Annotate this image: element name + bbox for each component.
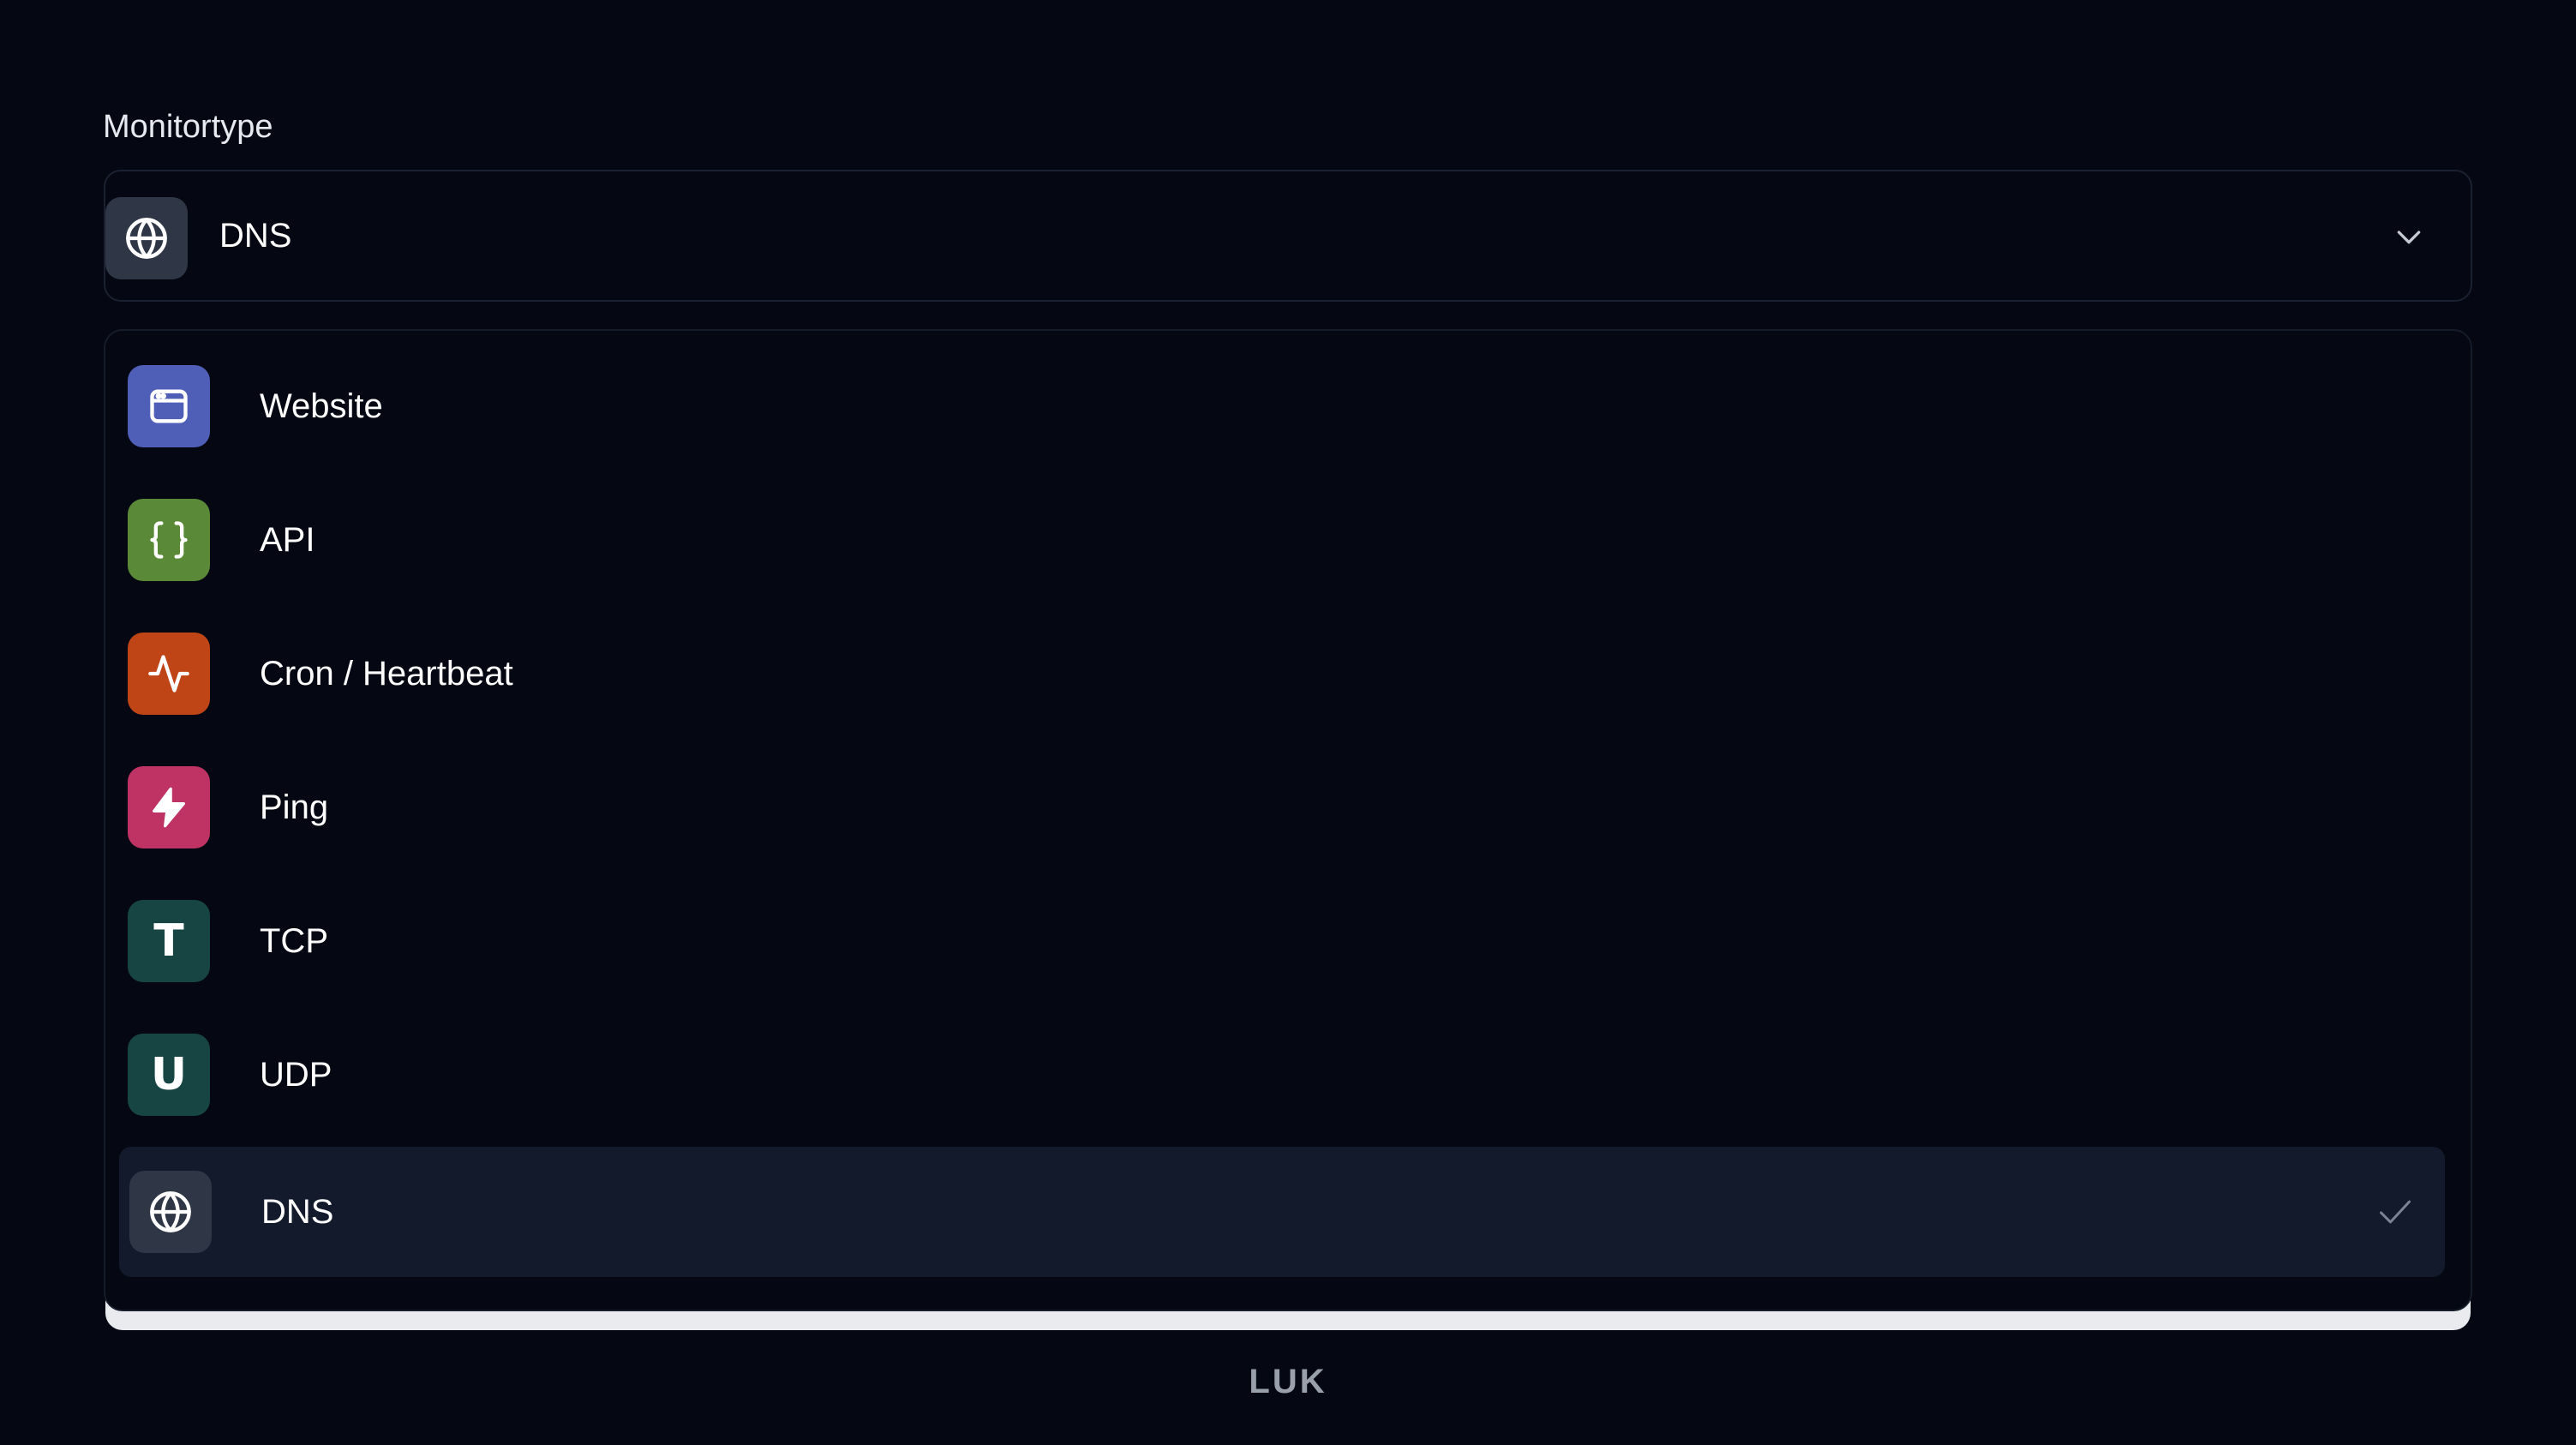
page: Monitortype DNS Website API Cron / Heart… bbox=[0, 0, 2576, 1445]
monitor-type-label: Monitortype bbox=[103, 109, 273, 145]
option-cron-heartbeat[interactable]: Cron / Heartbeat bbox=[126, 598, 2452, 715]
option-website[interactable]: Website bbox=[126, 331, 2452, 447]
footer-logo: LUK bbox=[1249, 1363, 1327, 1400]
option-label: DNS bbox=[261, 1193, 334, 1231]
option-label: Website bbox=[260, 387, 383, 425]
option-label: Ping bbox=[260, 788, 329, 826]
monitor-type-select[interactable]: DNS bbox=[104, 170, 2472, 302]
option-udp[interactable]: U UDP bbox=[126, 999, 2452, 1116]
option-api[interactable]: API bbox=[126, 465, 2452, 581]
letter-u-icon: U bbox=[128, 1034, 210, 1116]
activity-icon bbox=[128, 633, 210, 715]
option-ping[interactable]: Ping bbox=[126, 732, 2452, 848]
globe-icon bbox=[129, 1171, 212, 1253]
option-label: Cron / Heartbeat bbox=[260, 655, 513, 693]
option-tcp[interactable]: T TCP bbox=[126, 866, 2452, 982]
selected-value: DNS bbox=[219, 217, 292, 255]
option-label: TCP bbox=[260, 922, 328, 960]
globe-icon bbox=[105, 197, 188, 279]
checkmark-icon bbox=[2380, 1200, 2411, 1224]
lightning-bolt-icon bbox=[128, 766, 210, 848]
option-label: UDP bbox=[260, 1056, 332, 1094]
letter-t-icon: T bbox=[128, 900, 210, 982]
monitor-type-dropdown: Website API Cron / Heartbeat Ping T TCP … bbox=[104, 329, 2472, 1311]
option-dns[interactable]: DNS bbox=[119, 1147, 2445, 1277]
chevron-down-icon[interactable] bbox=[2392, 219, 2426, 254]
browser-window-icon bbox=[128, 365, 210, 447]
option-label: API bbox=[260, 521, 315, 559]
curly-braces-icon bbox=[128, 499, 210, 581]
